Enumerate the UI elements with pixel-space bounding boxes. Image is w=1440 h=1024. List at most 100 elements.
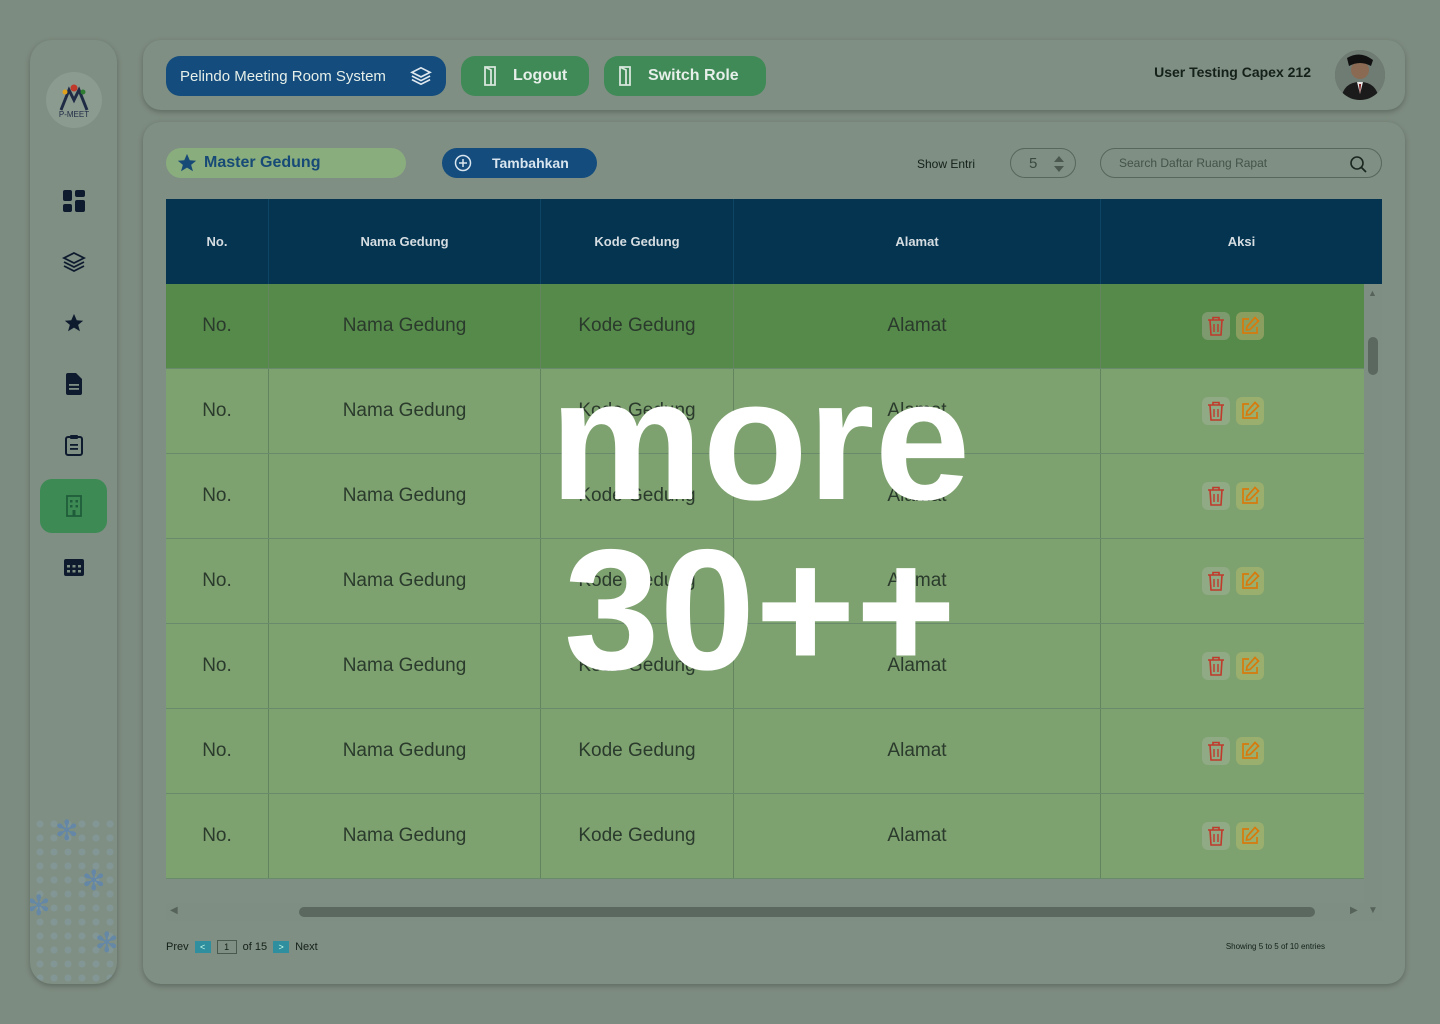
system-name-button[interactable]: Pelindo Meeting Room System	[166, 56, 446, 96]
cell-nama-gedung: Nama Gedung	[269, 539, 541, 623]
user-name: User Testing Capex 212	[1154, 64, 1311, 80]
horizontal-scrollbar[interactable]: ◀ ▶ ▼	[166, 903, 1382, 921]
pagination: Prev < 1 of 15 > Next	[166, 940, 318, 954]
plus-circle-icon	[454, 154, 472, 172]
sidebar-item-gedung[interactable]	[40, 479, 107, 533]
table-row[interactable]: No. Nama Gedung Kode Gedung Alamat	[166, 709, 1364, 794]
cell-alamat: Alamat	[734, 369, 1101, 453]
delete-button[interactable]	[1201, 312, 1230, 340]
main-card: Master Gedung Tambahkan Show Entri 5 No.…	[143, 122, 1405, 984]
edit-button[interactable]	[1235, 567, 1264, 595]
logo-text: P-MEET	[58, 109, 90, 119]
edit-button[interactable]	[1235, 737, 1264, 765]
edit-button[interactable]	[1235, 822, 1264, 850]
logout-icon	[483, 66, 501, 86]
delete-button[interactable]	[1201, 482, 1230, 510]
cell-kode-gedung: Kode Gedung	[541, 454, 734, 538]
cell-alamat: Alamat	[734, 539, 1101, 623]
cell-aksi	[1101, 709, 1364, 793]
delete-button[interactable]	[1201, 652, 1230, 680]
sidebar-item-favorites[interactable]	[40, 296, 107, 350]
column-header-alamat[interactable]: Alamat	[734, 199, 1101, 284]
search-input[interactable]	[1117, 155, 1341, 171]
sidebar-item-dashboard[interactable]	[40, 174, 107, 228]
cell-kode-gedung: Kode Gedung	[541, 709, 734, 793]
edit-button[interactable]	[1235, 652, 1264, 680]
app-logo[interactable]: P-MEET	[46, 72, 102, 128]
cell-aksi	[1101, 454, 1364, 538]
scroll-up-arrow-icon[interactable]: ▲	[1368, 288, 1377, 298]
prev-label[interactable]: Prev	[166, 941, 189, 953]
cell-alamat: Alamat	[734, 284, 1101, 368]
cell-aksi	[1101, 369, 1364, 453]
cell-alamat: Alamat	[734, 624, 1101, 708]
edit-button[interactable]	[1235, 482, 1264, 510]
delete-button[interactable]	[1201, 822, 1230, 850]
cell-nama-gedung: Nama Gedung	[269, 709, 541, 793]
prev-page-button[interactable]: <	[194, 941, 211, 953]
column-header-kode-gedung[interactable]: Kode Gedung	[541, 199, 734, 284]
cell-no: No.	[166, 284, 269, 368]
search-box	[1100, 148, 1382, 178]
trash-icon	[1207, 486, 1224, 506]
delete-button[interactable]	[1201, 737, 1230, 765]
delete-button[interactable]	[1201, 567, 1230, 595]
page-total-label: of 15	[242, 941, 268, 953]
entries-select[interactable]: 5	[1010, 148, 1076, 178]
trash-icon	[1207, 316, 1224, 336]
table-row[interactable]: No. Nama Gedung Kode Gedung Alamat	[166, 539, 1364, 624]
user-avatar-icon	[1335, 50, 1385, 100]
column-header-aksi: Aksi	[1227, 234, 1256, 249]
logout-button[interactable]: Logout	[461, 56, 589, 96]
star-icon	[64, 313, 83, 332]
horizontal-scroll-thumb[interactable]	[299, 907, 1315, 917]
clipboard-icon	[64, 435, 83, 456]
avatar[interactable]	[1335, 50, 1385, 100]
table-row[interactable]: No. Nama Gedung Kode Gedung Alamat	[166, 454, 1364, 539]
vertical-scrollbar[interactable]: ▲	[1364, 284, 1382, 903]
edit-icon	[1241, 826, 1260, 844]
document-icon	[65, 373, 82, 395]
scroll-down-arrow-icon[interactable]: ▼	[1368, 905, 1378, 916]
trash-icon	[1207, 826, 1224, 846]
table-header: No. Nama Gedung Kode Gedung Alamat Aksi	[166, 199, 1382, 284]
sidebar-item-calendar[interactable]	[40, 540, 107, 594]
next-page-button[interactable]: >	[273, 941, 290, 953]
add-button[interactable]: Tambahkan	[442, 148, 597, 178]
current-page-input[interactable]: 1	[216, 940, 237, 954]
cell-aksi	[1101, 284, 1364, 368]
switch-role-icon	[618, 66, 636, 86]
table-row[interactable]: No. Nama Gedung Kode Gedung Alamat	[166, 624, 1364, 709]
cell-nama-gedung: Nama Gedung	[269, 794, 541, 878]
batik-motif-icon: ✻	[55, 815, 79, 846]
top-header: Pelindo Meeting Room System Logout Switc…	[143, 40, 1405, 110]
switch-role-button[interactable]: Switch Role	[604, 56, 766, 96]
column-header-nama-gedung[interactable]: Nama Gedung	[269, 199, 541, 284]
delete-button[interactable]	[1201, 397, 1230, 425]
sidebar-item-layers[interactable]	[40, 235, 107, 289]
scroll-right-arrow-icon[interactable]: ▶	[1350, 905, 1358, 916]
table-row[interactable]: No. Nama Gedung Kode Gedung Alamat	[166, 284, 1364, 369]
edit-icon	[1241, 401, 1260, 419]
sidebar-item-clipboard[interactable]	[40, 418, 107, 472]
edit-icon	[1241, 741, 1260, 759]
search-icon[interactable]	[1349, 155, 1367, 173]
cell-kode-gedung: Kode Gedung	[541, 369, 734, 453]
trash-icon	[1207, 401, 1224, 421]
sidebar-item-documents[interactable]	[40, 357, 107, 411]
batik-motif-icon: ✻	[30, 890, 51, 921]
cell-no: No.	[166, 794, 269, 878]
edit-icon	[1241, 656, 1260, 674]
table-row[interactable]: No. Nama Gedung Kode Gedung Alamat	[166, 369, 1364, 454]
section-title: Master Gedung	[204, 154, 321, 171]
table-row[interactable]: No. Nama Gedung Kode Gedung Alamat	[166, 794, 1364, 879]
vertical-scroll-thumb[interactable]	[1368, 337, 1378, 375]
scroll-left-arrow-icon[interactable]: ◀	[170, 905, 178, 916]
cell-no: No.	[166, 539, 269, 623]
edit-button[interactable]	[1235, 312, 1264, 340]
next-label[interactable]: Next	[295, 941, 318, 953]
cell-no: No.	[166, 369, 269, 453]
column-header-no[interactable]: No.	[166, 199, 269, 284]
edit-button[interactable]	[1235, 397, 1264, 425]
layers-icon	[410, 66, 432, 86]
